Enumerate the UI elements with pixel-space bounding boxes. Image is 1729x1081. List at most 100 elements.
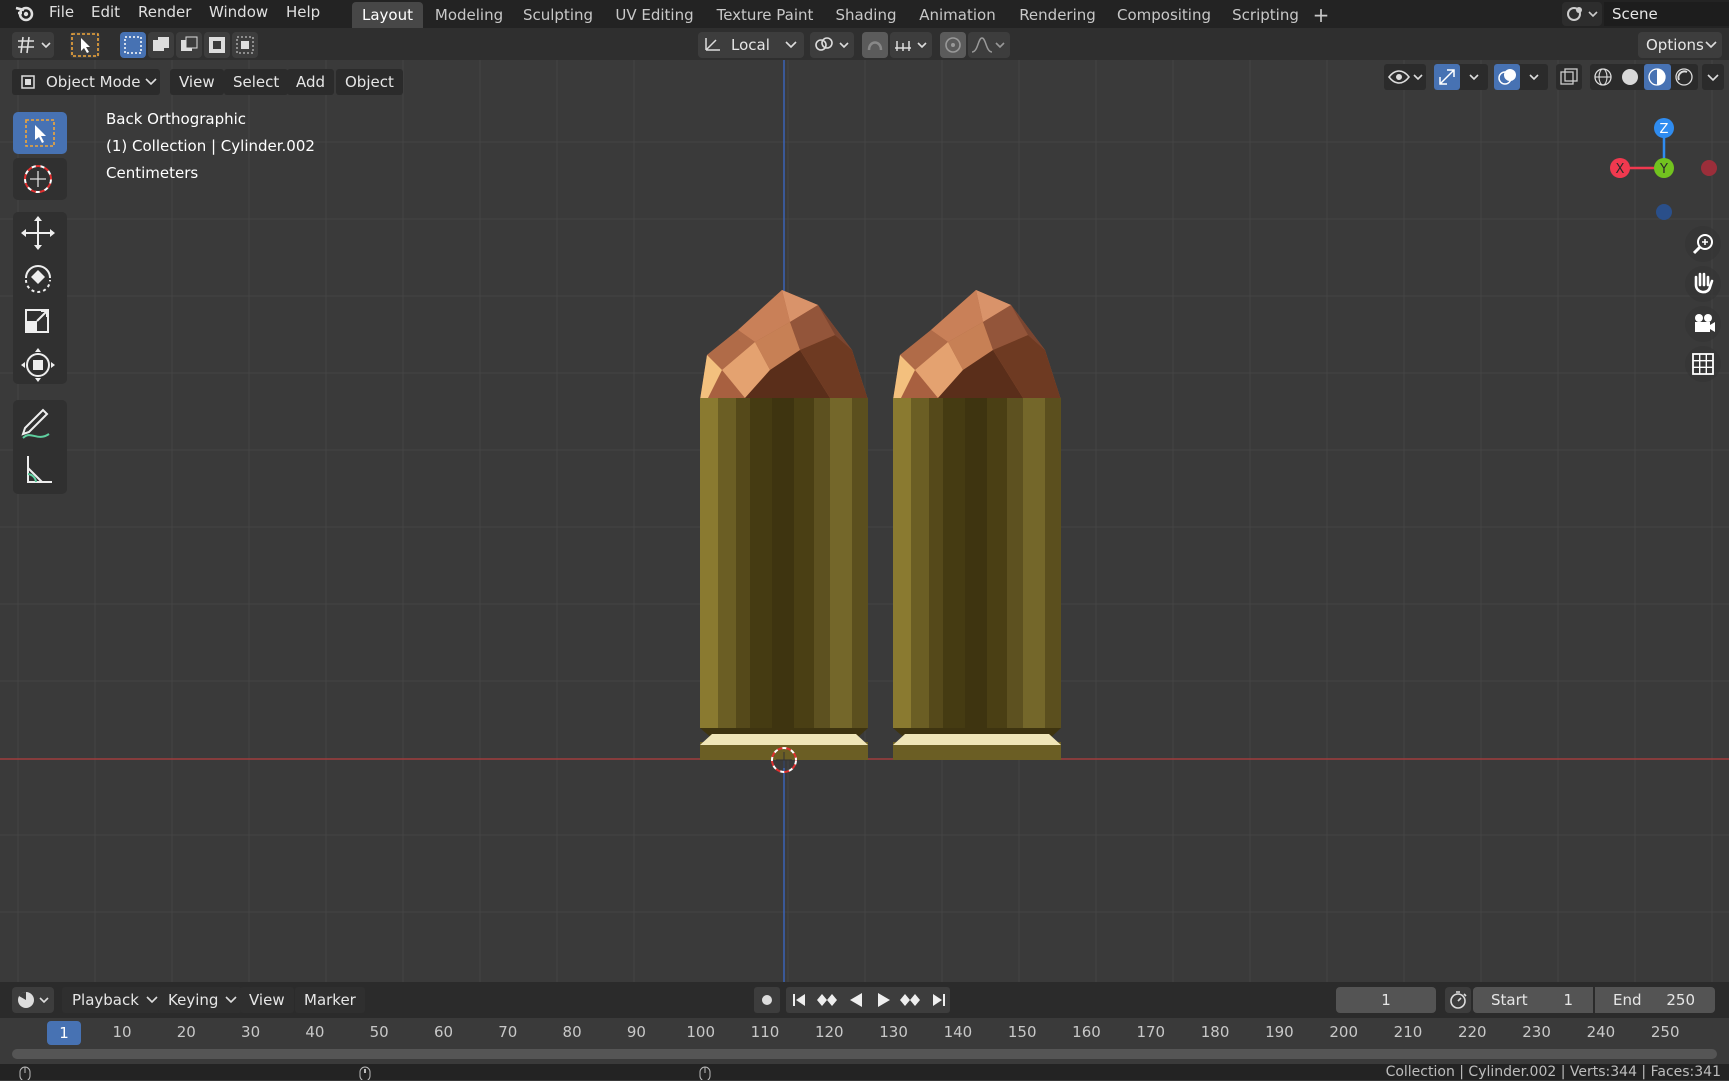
shading-options-chevron-icon[interactable] bbox=[1702, 64, 1724, 90]
play-reverse-icon[interactable] bbox=[843, 987, 869, 1013]
snap-toggle-icon[interactable] bbox=[862, 32, 888, 58]
menu-file[interactable]: File bbox=[49, 0, 74, 26]
ruler-tick-60: 60 bbox=[433, 1023, 454, 1041]
chevron-down-icon bbox=[146, 996, 158, 1004]
select-box-tool[interactable] bbox=[13, 112, 67, 154]
add-workspace-icon[interactable]: + bbox=[1310, 2, 1332, 28]
pivot-point-dropdown[interactable] bbox=[810, 32, 854, 58]
proportional-edit-icon[interactable] bbox=[940, 32, 966, 58]
timeline-scrollbar[interactable] bbox=[12, 1049, 1717, 1059]
stopwatch-icon[interactable] bbox=[1445, 987, 1471, 1013]
move-tool-icon[interactable] bbox=[13, 212, 67, 254]
material-preview-shading-icon[interactable] bbox=[1644, 64, 1671, 90]
select-mode-extend-icon[interactable] bbox=[148, 32, 174, 58]
visibility-dropdown[interactable] bbox=[1384, 64, 1426, 90]
object-mode-label: Object Mode bbox=[46, 73, 141, 91]
current-frame-indicator[interactable]: 1 bbox=[47, 1021, 81, 1045]
menu-edit[interactable]: Edit bbox=[91, 0, 120, 26]
ruler-tick-200: 200 bbox=[1329, 1023, 1358, 1041]
scale-tool-icon[interactable] bbox=[13, 300, 67, 342]
gizmo-neg-z-axis[interactable] bbox=[1656, 204, 1672, 220]
chevron-down-icon bbox=[145, 78, 157, 86]
overlays-dropdown[interactable] bbox=[1494, 64, 1548, 90]
tab-scripting[interactable]: Scripting bbox=[1223, 2, 1308, 28]
measure-tool-icon[interactable] bbox=[13, 448, 67, 490]
timeline-ruler[interactable]: 1 10 20 30 40 50 60 70 80 90 100 110 120 130 140 150 16… bbox=[0, 1018, 1729, 1064]
viewport-menu-view[interactable]: View bbox=[170, 69, 224, 95]
solid-shading-icon[interactable] bbox=[1617, 64, 1644, 90]
blender-logo-icon[interactable] bbox=[14, 0, 36, 26]
select-mode-new-icon[interactable] bbox=[120, 32, 146, 58]
xray-toggle-icon[interactable] bbox=[1556, 64, 1582, 90]
jump-start-icon[interactable] bbox=[786, 987, 812, 1013]
tab-modeling[interactable]: Modeling bbox=[428, 2, 510, 28]
tab-compositing[interactable]: Compositing bbox=[1110, 2, 1218, 28]
scene-selector-icon[interactable] bbox=[1562, 2, 1602, 26]
viewport-menu-object[interactable]: Object bbox=[336, 69, 403, 95]
ruler-tick-160: 160 bbox=[1072, 1023, 1101, 1041]
editor-type-icon[interactable] bbox=[12, 32, 54, 58]
ruler-tick-40: 40 bbox=[305, 1023, 325, 1041]
camera-view-icon[interactable] bbox=[1684, 305, 1722, 343]
start-frame-label: Start bbox=[1491, 991, 1528, 1009]
menu-render[interactable]: Render bbox=[138, 0, 191, 26]
timeline-header: Playback Keying View Marker 1 Start 1 En… bbox=[0, 982, 1729, 1018]
jump-end-icon[interactable] bbox=[926, 987, 952, 1013]
start-frame-field[interactable]: Start 1 bbox=[1473, 987, 1593, 1013]
menu-window[interactable]: Window bbox=[209, 0, 268, 26]
keying-menu[interactable]: Keying bbox=[158, 987, 243, 1013]
tab-animation[interactable]: Animation bbox=[910, 2, 1005, 28]
select-mode-invert-icon[interactable] bbox=[204, 32, 230, 58]
bullet-right[interactable] bbox=[893, 290, 1061, 760]
cursor-tool[interactable] bbox=[13, 158, 67, 200]
snap-target-dropdown[interactable] bbox=[890, 32, 932, 58]
transform-tool-icon[interactable] bbox=[13, 344, 67, 386]
rendered-shading-icon[interactable] bbox=[1671, 64, 1698, 90]
pan-hand-icon[interactable] bbox=[1684, 265, 1722, 303]
playback-label: Playback bbox=[72, 991, 139, 1009]
rotate-tool-icon[interactable] bbox=[13, 256, 67, 298]
gizmo-y-label: Y bbox=[1659, 162, 1668, 177]
bullet-left[interactable] bbox=[700, 290, 868, 760]
timeline-editor-type-icon[interactable] bbox=[12, 987, 54, 1013]
mouse-middle-icon bbox=[359, 1066, 371, 1080]
annotate-tool-icon[interactable] bbox=[13, 402, 67, 444]
zoom-icon[interactable] bbox=[1684, 225, 1722, 263]
select-mode-subtract-icon[interactable] bbox=[176, 32, 202, 58]
tab-texture-paint[interactable]: Texture Paint bbox=[708, 2, 822, 28]
menu-help[interactable]: Help bbox=[286, 0, 320, 26]
tab-layout[interactable]: Layout bbox=[352, 2, 423, 28]
viewport-menu-add[interactable]: Add bbox=[287, 69, 335, 95]
prev-keyframe-icon[interactable] bbox=[813, 987, 843, 1013]
ruler-tick-70: 70 bbox=[498, 1023, 518, 1041]
proportional-falloff-dropdown[interactable] bbox=[968, 32, 1010, 58]
timeline-menu-view[interactable]: View bbox=[240, 987, 294, 1013]
next-keyframe-icon[interactable] bbox=[896, 987, 926, 1013]
scene-name-field[interactable]: Scene bbox=[1604, 2, 1729, 26]
options-dropdown[interactable]: Options bbox=[1638, 32, 1722, 58]
transform-orientation-dropdown[interactable]: Local bbox=[698, 32, 804, 58]
tab-uv-editing[interactable]: UV Editing bbox=[606, 2, 703, 28]
select-mode-intersect-icon[interactable] bbox=[232, 32, 258, 58]
tab-rendering[interactable]: Rendering bbox=[1010, 2, 1105, 28]
start-frame-value: 1 bbox=[1563, 991, 1573, 1009]
ruler-tick-30: 30 bbox=[241, 1023, 261, 1041]
timeline-menu-marker[interactable]: Marker bbox=[295, 987, 365, 1013]
record-keyframe-icon[interactable] bbox=[754, 987, 780, 1013]
gizmo-x-label: X bbox=[1616, 162, 1625, 177]
play-icon[interactable] bbox=[870, 987, 896, 1013]
end-frame-field[interactable]: End 250 bbox=[1595, 987, 1715, 1013]
view-name-label: Back Orthographic bbox=[106, 110, 247, 128]
viewport-menu-select[interactable]: Select bbox=[224, 69, 289, 95]
tab-sculpting[interactable]: Sculpting bbox=[515, 2, 601, 28]
current-frame-field[interactable]: 1 bbox=[1336, 987, 1436, 1013]
gizmo-toggle-dropdown[interactable] bbox=[1434, 64, 1488, 90]
playback-menu[interactable]: Playback bbox=[62, 987, 163, 1013]
3d-viewport[interactable]: Object Mode View Select Add Object Back … bbox=[0, 60, 1729, 982]
active-tool-select-icon[interactable] bbox=[70, 32, 100, 58]
navigation-gizmo[interactable]: Z X Y bbox=[1600, 110, 1720, 230]
ortho-perspective-grid-icon[interactable] bbox=[1684, 345, 1722, 383]
object-mode-dropdown[interactable]: Object Mode bbox=[12, 69, 160, 95]
gizmo-neg-x-axis[interactable] bbox=[1701, 160, 1717, 176]
tab-shading[interactable]: Shading bbox=[827, 2, 905, 28]
